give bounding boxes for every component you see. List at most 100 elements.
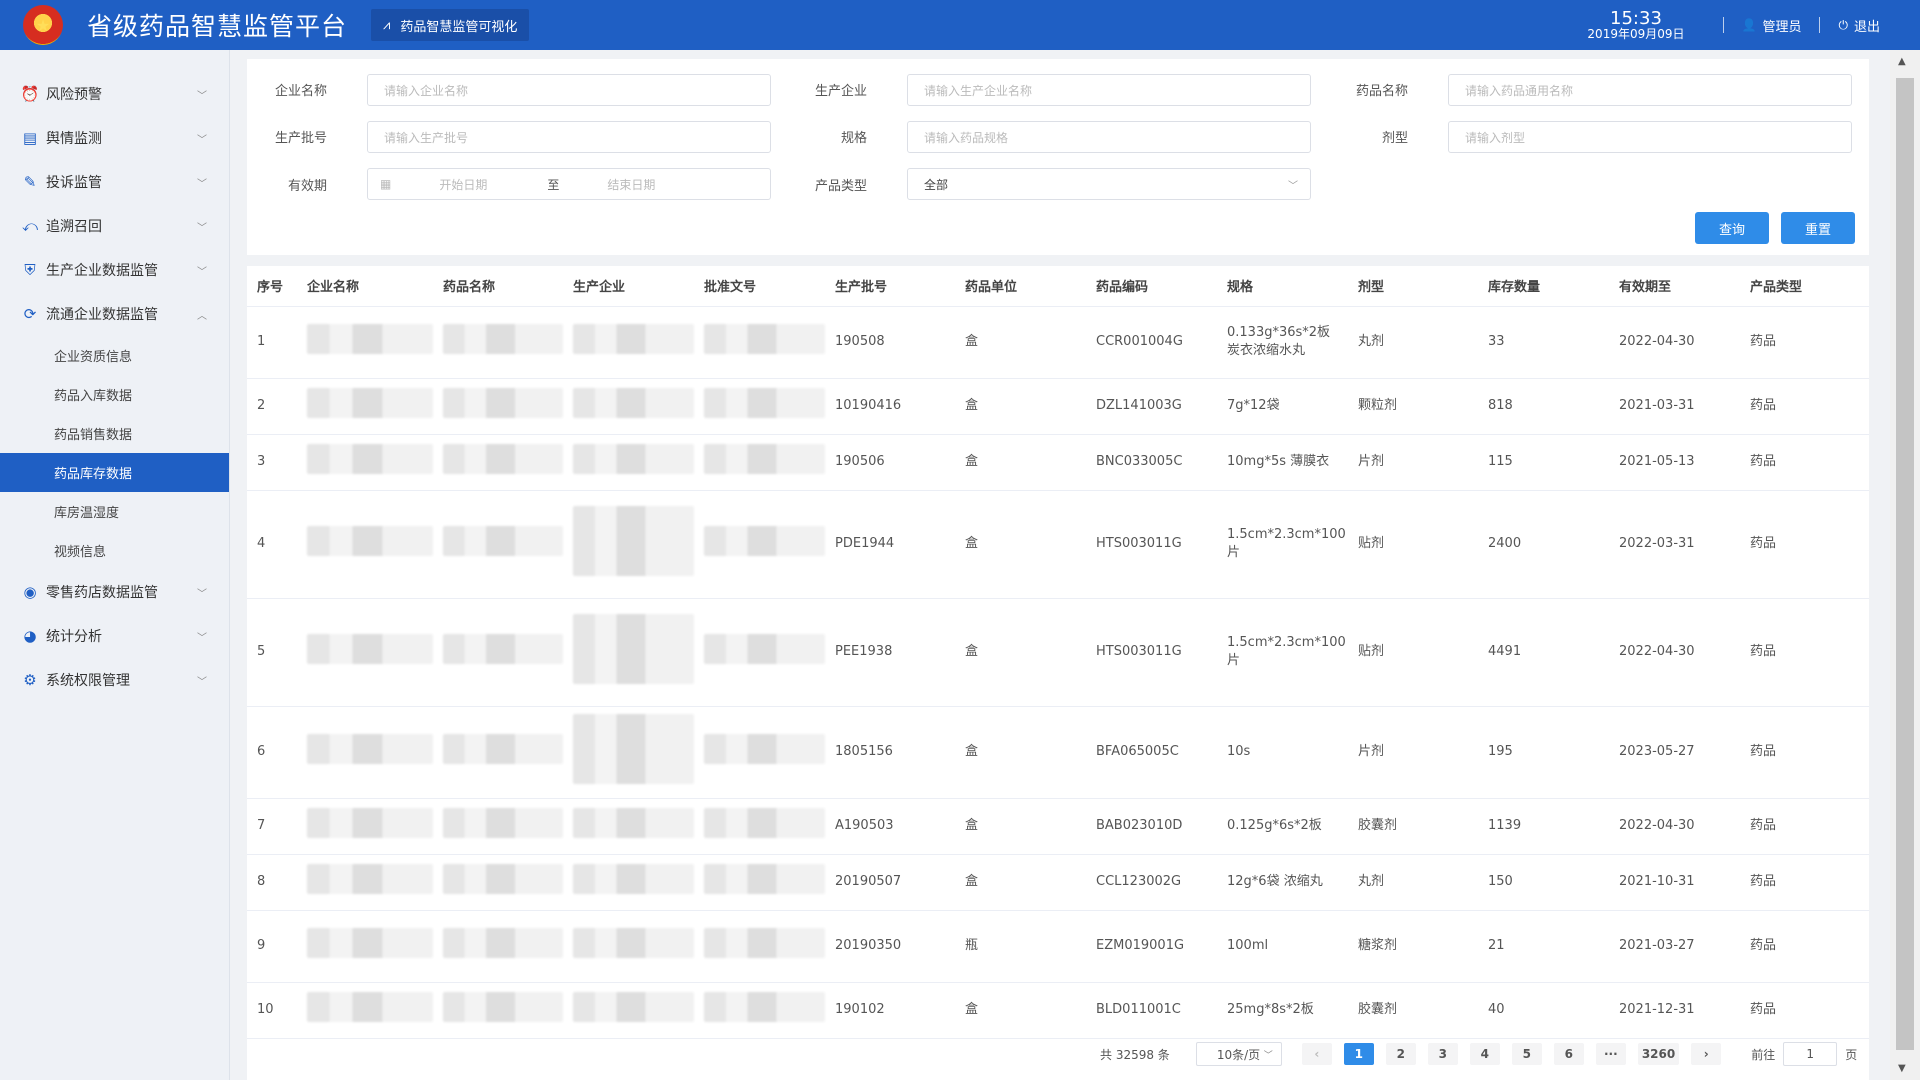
user-menu-button[interactable]: 👤 管理员 <box>1742 16 1802 35</box>
product-type-value: 全部 <box>924 177 949 192</box>
drug-name-input[interactable]: 请输入药品通用名称 <box>1448 74 1852 106</box>
table-row[interactable]: 7 A190503 盒 BAB023010D 0.125g*6s*2板 胶囊剂 1139 20… <box>247 798 1869 855</box>
column-header: 产品类型 <box>1740 266 1869 307</box>
drug-name-redacted <box>433 434 563 491</box>
stock-quantity: 40 <box>1478 982 1609 1039</box>
scroll-up-icon[interactable]: ▲ <box>1898 56 1906 67</box>
product-type: 药品 <box>1740 434 1869 491</box>
company-name-redacted <box>297 434 433 491</box>
logout-button[interactable]: ⏻ 退出 <box>1838 16 1880 35</box>
expiry-date: 2022-04-30 <box>1609 598 1740 707</box>
company-name-redacted <box>297 982 433 1039</box>
approval-number-redacted <box>694 434 825 491</box>
table-row[interactable]: 9 20190350 瓶 EZM019001G 100ml 糖浆剂 21 2021-03-27… <box>247 910 1869 983</box>
column-header: 企业名称 <box>297 266 433 307</box>
producer-input[interactable]: 请输入生产企业名称 <box>907 74 1311 106</box>
next-page-button[interactable]: › <box>1691 1043 1722 1065</box>
visualization-link[interactable]: ⩘ 药品智慧监管可视化 <box>371 9 530 41</box>
redacted-block <box>443 928 563 959</box>
approval-number-redacted <box>694 706 825 799</box>
sidebar-subitem[interactable]: 企业资质信息 <box>0 336 229 375</box>
stock-quantity: 115 <box>1478 434 1609 491</box>
drug-unit: 盒 <box>955 434 1086 491</box>
producer-redacted <box>563 798 694 855</box>
column-header: 有效期至 <box>1609 266 1740 307</box>
drug-code: CCR001004G <box>1086 306 1217 379</box>
approval-number-redacted <box>694 306 825 379</box>
chevron-icon: ﹀ <box>197 676 207 688</box>
sidebar-item-eye[interactable]: ◉ 零售药店数据监管 ﹀ <box>0 570 229 614</box>
prev-page-button[interactable]: ‹ <box>1301 1043 1332 1065</box>
table-row[interactable]: 5 PEE1938 盒 HTS003011G 1.5cm*2.3cm*100片 贴剂 449… <box>247 598 1869 707</box>
batch-number: 190508 <box>825 306 955 379</box>
redacted-block <box>307 388 433 419</box>
sidebar-item-news[interactable]: ▤ 舆情监测 ﹀ <box>0 116 229 160</box>
drug-name-redacted <box>433 378 563 435</box>
sidebar-item-gear[interactable]: ⚙ 系统权限管理 ﹀ <box>0 658 229 702</box>
reset-button[interactable]: 重置 <box>1781 212 1855 244</box>
table-row[interactable]: 4 PDE1944 盒 HTS003011G 1.5cm*2.3cm*100片 贴剂 240… <box>247 490 1869 599</box>
page-button[interactable]: ··· <box>1595 1043 1626 1065</box>
sidebar-item-cycle[interactable]: ⟳ 流通企业数据监管 ︿ <box>0 292 229 336</box>
visualization-link-label: 药品智慧监管可视化 <box>400 19 518 35</box>
page-button[interactable]: 3260 <box>1637 1043 1680 1065</box>
sidebar-subitem[interactable]: 药品库存数据 <box>0 453 229 492</box>
goto-page-input[interactable]: 1 <box>1783 1042 1838 1066</box>
page-button[interactable]: 5 <box>1511 1043 1542 1065</box>
table-row[interactable]: 1 190508 盒 CCR001004G 0.133g*36s*2板 炭衣浓缩水丸 丸剂… <box>247 306 1869 379</box>
drug-code: BAB023010D <box>1086 798 1217 855</box>
page-button[interactable]: 3 <box>1427 1043 1458 1065</box>
table-row[interactable]: 3 190506 盒 BNC033005C 10mg*5s 薄膜衣 片剂 115 2021-0… <box>247 434 1869 491</box>
sidebar-item-trace[interactable]: ⤺ 追溯召回 ﹀ <box>0 204 229 248</box>
cycle-icon: ⟳ <box>23 305 37 323</box>
redacted-block <box>573 928 694 959</box>
row-number: 10 <box>247 982 297 1039</box>
expiry-date-range[interactable]: ▦ 开始日期 至 结束日期 <box>367 168 771 200</box>
scroll-thumb[interactable] <box>1896 78 1914 1050</box>
sidebar-subitem[interactable]: 药品销售数据 <box>0 414 229 453</box>
calendar-icon: ▦ <box>380 177 392 191</box>
form-input[interactable]: 请输入剂型 <box>1448 121 1852 153</box>
clock: 15:33 2019年09月09日 <box>1587 8 1684 42</box>
row-number: 2 <box>247 378 297 435</box>
sidebar-subitem[interactable]: 药品入库数据 <box>0 375 229 414</box>
sidebar-subitem[interactable]: 视频信息 <box>0 531 229 570</box>
redacted-block <box>443 526 563 557</box>
company-input[interactable]: 请输入企业名称 <box>367 74 771 106</box>
sidebar-subitem[interactable]: 库房温湿度 <box>0 492 229 531</box>
table-row[interactable]: 8 20190507 盒 CCL123002G 12g*6袋 浓缩丸 丸剂 150 2021-… <box>247 854 1869 911</box>
sidebar-item-alarm[interactable]: ⏰ 风险预警 ﹀ <box>0 72 229 116</box>
chevron-down-icon: ﹀ <box>1288 180 1298 192</box>
user-icon: 👤 <box>1741 18 1757 32</box>
sidebar-item-complaint[interactable]: ✎ 投诉监管 ﹀ <box>0 160 229 204</box>
spec-input[interactable]: 请输入药品规格 <box>907 121 1311 153</box>
page-size-select[interactable]: 10条/页 ﹀ <box>1195 1042 1282 1066</box>
table-row[interactable]: 2 10190416 盒 DZL141003G 7g*12袋 颗粒剂 818 2021-03-… <box>247 378 1869 435</box>
dosage-form: 胶囊剂 <box>1348 798 1478 855</box>
stock-quantity: 1139 <box>1478 798 1609 855</box>
page-scrollbar[interactable]: ▲ ▼ <box>1890 50 1920 1080</box>
page-button[interactable]: 1 <box>1343 1043 1374 1065</box>
sidebar-item-shield[interactable]: ⛨ 生产企业数据监管 ﹀ <box>0 248 229 292</box>
stock-quantity: 195 <box>1478 706 1609 799</box>
table-row[interactable]: 6 1805156 盒 BFA065005C 10s 片剂 195 2023-05-27 药品 <box>247 706 1869 799</box>
batch-input[interactable]: 请输入生产批号 <box>367 121 771 153</box>
page-button[interactable]: 4 <box>1469 1043 1500 1065</box>
batch-number: PDE1944 <box>825 490 955 599</box>
drug-code: DZL141003G <box>1086 378 1217 435</box>
query-button[interactable]: 查询 <box>1695 212 1769 244</box>
page-button[interactable]: 6 <box>1553 1043 1584 1065</box>
stock-quantity: 150 <box>1478 854 1609 911</box>
redacted-block <box>443 734 563 765</box>
table-row[interactable]: 10 190102 盒 BLD011001C 25mg*8s*2板 胶囊剂 40 2021-1… <box>247 982 1869 1039</box>
stock-quantity: 818 <box>1478 378 1609 435</box>
column-header: 生产企业 <box>563 266 694 307</box>
form-label: 剂型 <box>1381 131 1408 146</box>
product-type: 药品 <box>1740 798 1869 855</box>
scroll-down-icon[interactable]: ▼ <box>1898 1063 1906 1074</box>
producer-redacted <box>563 982 694 1039</box>
product-type-select[interactable]: 全部 ﹀ <box>907 168 1311 200</box>
page-button[interactable]: 2 <box>1385 1043 1416 1065</box>
chart-icon: ◕ <box>23 627 37 645</box>
sidebar-item-chart[interactable]: ◕ 统计分析 ﹀ <box>0 614 229 658</box>
